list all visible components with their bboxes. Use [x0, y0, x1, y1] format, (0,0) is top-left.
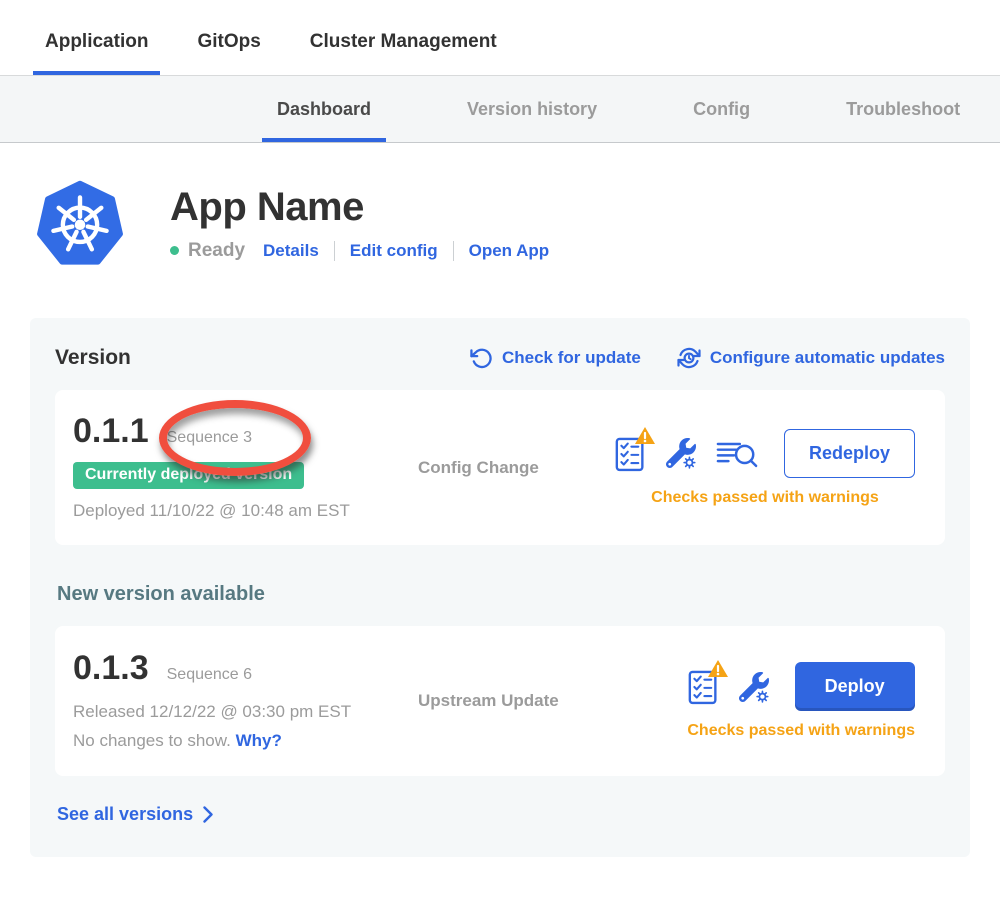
deploy-button[interactable]: Deploy — [795, 662, 915, 711]
chevron-right-icon — [203, 806, 213, 823]
nav-gitops[interactable]: GitOps — [185, 0, 272, 75]
why-link[interactable]: Why? — [236, 731, 282, 750]
available-sequence-label: Sequence 6 — [167, 666, 252, 684]
primary-nav: Application GitOps Cluster Management — [0, 0, 1000, 75]
version-source-label: Config Change — [418, 458, 598, 478]
app-header: App Name Ready Details Edit config Open … — [36, 177, 1000, 269]
details-link[interactable]: Details — [263, 241, 319, 261]
preflight-checks-icon[interactable] — [615, 435, 646, 472]
available-version-card: 0.1.3 Sequence 6 Released 12/12/22 @ 03:… — [55, 626, 945, 776]
open-app-link[interactable]: Open App — [469, 241, 550, 261]
refresh-icon — [470, 347, 493, 370]
configure-auto-updates-link[interactable]: Configure automatic updates — [677, 346, 945, 370]
current-version-number: 0.1.1 — [73, 414, 149, 450]
see-all-versions-link[interactable]: See all versions — [57, 804, 213, 825]
released-timestamp: Released 12/12/22 @ 03:30 pm EST — [73, 702, 418, 722]
version-section-title: Version — [55, 346, 131, 370]
new-version-heading: New version available — [57, 583, 945, 606]
version-source-label: Upstream Update — [418, 691, 598, 711]
checks-status-text: Checks passed with warnings — [687, 722, 915, 740]
redeploy-button[interactable]: Redeploy — [784, 429, 915, 478]
tab-dashboard[interactable]: Dashboard — [262, 76, 386, 142]
checks-status-text: Checks passed with warnings — [651, 489, 879, 507]
no-changes-text: No changes to show. — [73, 731, 231, 750]
status-dot-icon — [170, 246, 179, 255]
deployed-version-badge: Currently deployed version — [73, 462, 304, 489]
nav-application[interactable]: Application — [33, 0, 160, 75]
available-version-number: 0.1.3 — [73, 651, 149, 687]
warning-triangle-icon — [707, 659, 729, 678]
version-panel: Version Check for update — [30, 318, 970, 857]
divider — [453, 241, 454, 261]
tab-troubleshoot[interactable]: Troubleshoot — [831, 76, 975, 142]
check-for-update-label: Check for update — [502, 348, 641, 368]
nav-cluster-management[interactable]: Cluster Management — [298, 0, 509, 75]
auto-update-icon — [677, 346, 701, 370]
divider — [334, 241, 335, 261]
current-sequence-label: Sequence 3 — [167, 429, 252, 447]
app-tab-bar: Dashboard Version history Config Trouble… — [0, 75, 1000, 143]
warning-triangle-icon — [634, 426, 656, 445]
tab-config[interactable]: Config — [678, 76, 765, 142]
config-wrench-icon[interactable] — [666, 437, 696, 469]
edit-config-link[interactable]: Edit config — [350, 241, 438, 261]
configure-auto-updates-label: Configure automatic updates — [710, 348, 945, 368]
deployed-timestamp: Deployed 11/10/22 @ 10:48 am EST — [73, 501, 418, 521]
status-text: Ready — [188, 240, 245, 262]
page-title: App Name — [170, 185, 549, 230]
config-wrench-icon[interactable] — [739, 671, 769, 703]
check-for-update-link[interactable]: Check for update — [470, 346, 641, 370]
preflight-checks-icon[interactable] — [688, 668, 719, 705]
kubernetes-logo-icon — [36, 177, 124, 269]
deploy-logs-icon[interactable] — [716, 438, 758, 469]
current-version-card: 0.1.1 Sequence 3 Currently deployed vers… — [55, 390, 945, 545]
tab-version-history[interactable]: Version history — [452, 76, 612, 142]
see-all-versions-label: See all versions — [57, 804, 193, 825]
